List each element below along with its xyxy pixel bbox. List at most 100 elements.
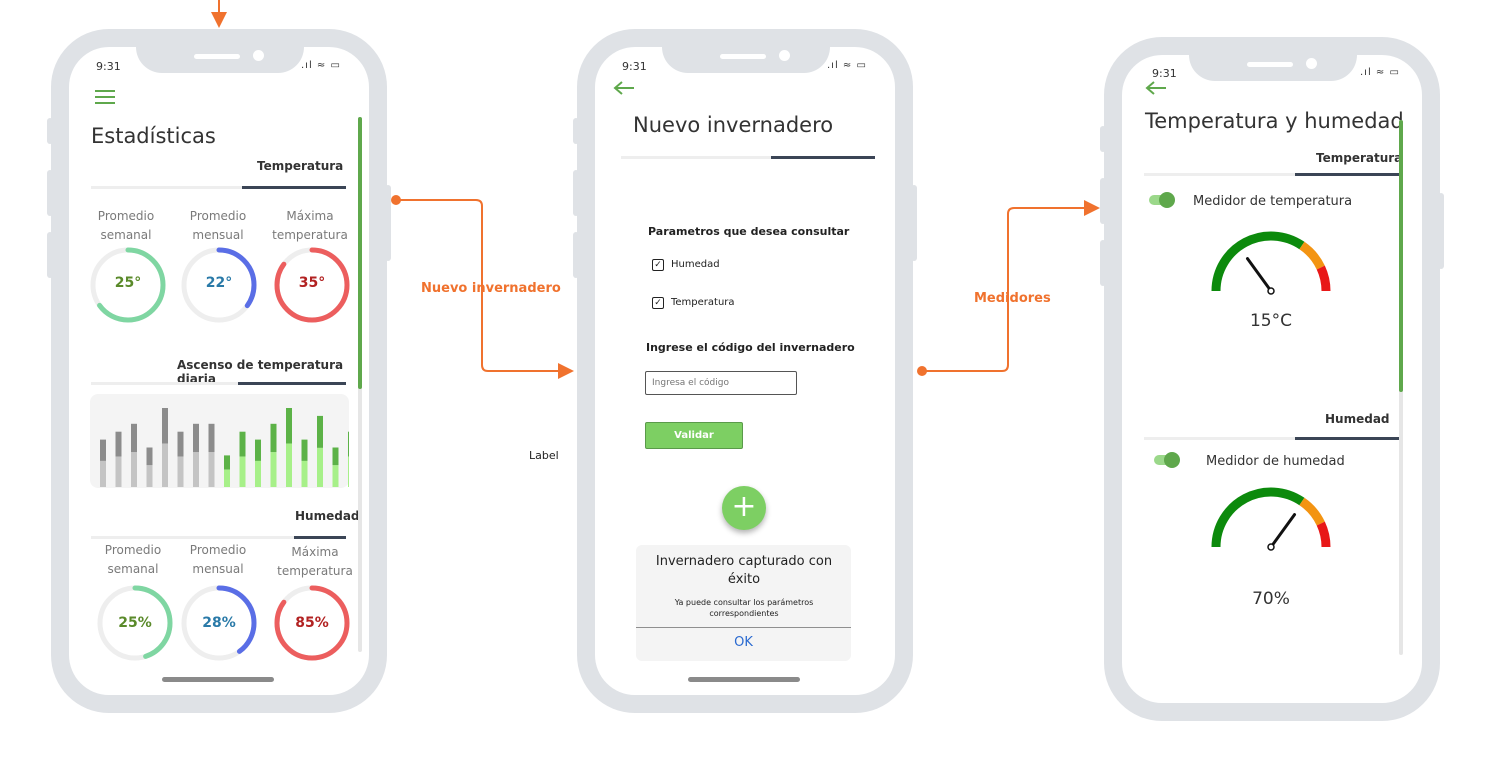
side-button: [1100, 126, 1106, 152]
chart-bar: [332, 447, 339, 466]
back-arrow-icon[interactable]: [1145, 81, 1167, 95]
code-input[interactable]: [645, 371, 797, 395]
validate-button[interactable]: Validar: [645, 422, 743, 449]
chart-bar: [193, 452, 199, 487]
chart-bar: [348, 431, 349, 457]
chart-bar: [239, 456, 246, 487]
toggle-humedad-label: Medidor de humedad: [1206, 454, 1345, 469]
camera: [1306, 58, 1317, 69]
chart-bar: [255, 439, 261, 461]
screen-nuevo-invernadero: 9:31 .ıl ≈ ▭ Nuevo invernadero Parametro…: [595, 47, 895, 695]
speaker: [1247, 62, 1293, 67]
side-button: [1100, 240, 1106, 286]
chart-bar: [162, 408, 168, 444]
dialog-divider: [636, 627, 851, 628]
stat-label-semanal: Promedio semanal: [104, 543, 162, 576]
tab-temperatura[interactable]: Temperatura: [1316, 151, 1402, 165]
toggle-humedad[interactable]: [1154, 452, 1180, 468]
checkbox-humedad-label: Humedad: [671, 259, 720, 270]
tab-humedad[interactable]: Humedad: [295, 509, 360, 523]
chart-bar: [115, 456, 122, 487]
chart-bar: [115, 431, 122, 457]
status-icons: .ıl ≈ ▭: [301, 60, 341, 71]
back-arrow-icon[interactable]: [613, 81, 635, 95]
chart-bar: [208, 423, 215, 453]
speaker: [194, 54, 240, 59]
misc-label: Label: [529, 449, 559, 462]
chart-bar: [224, 455, 230, 470]
checkbox-temperatura-label: Temperatura: [671, 297, 735, 308]
ring-value-maxima: 85%: [295, 615, 329, 631]
notch: [662, 47, 830, 73]
code-label: Ingrese el código del invernadero: [646, 341, 855, 354]
scrollbar[interactable]: [358, 117, 362, 652]
scrollbar[interactable]: [1399, 120, 1403, 655]
chart-bar: [162, 443, 168, 487]
page-title: Temperatura y humedad: [1145, 109, 1404, 133]
chart-bar: [208, 452, 215, 487]
side-button: [573, 232, 579, 278]
side-button: [1100, 178, 1106, 224]
temperature-gauge: [1211, 231, 1331, 295]
chart-bar: [270, 452, 277, 487]
tab-underline: [621, 156, 875, 159]
chart-bar: [270, 423, 277, 453]
toggle-temperatura[interactable]: [1149, 192, 1175, 208]
ring-value-maxima: 35°: [298, 275, 326, 291]
chart-bar: [255, 460, 261, 487]
side-button: [47, 170, 53, 216]
tab-underline: [91, 536, 346, 539]
chart-bar: [100, 439, 106, 461]
add-fab-button[interactable]: +: [722, 486, 766, 530]
camera: [253, 50, 264, 61]
gauge-segment: [1299, 241, 1325, 270]
tab-underline: [91, 186, 346, 189]
ring-value-mensual: 28%: [202, 615, 236, 631]
stat-label-mensual: Promedio mensual: [189, 543, 247, 576]
gauge-needle: [1269, 513, 1297, 549]
home-indicator[interactable]: [688, 677, 800, 682]
menu-icon[interactable]: [95, 89, 115, 105]
toggle-temperatura-label: Medidor de temperatura: [1193, 194, 1353, 209]
status-icons: .ıl ≈ ▭: [1360, 67, 1400, 78]
gauge-hub: [1267, 287, 1275, 295]
tab-underline: [1144, 437, 1399, 440]
stat-label-maxima: Máxima temperatura: [277, 545, 353, 578]
checkbox-temperatura[interactable]: ✓: [652, 297, 664, 309]
dialog-ok-button[interactable]: OK: [636, 635, 851, 650]
ring-value-semanal: 25%: [118, 615, 152, 631]
tab-temperatura[interactable]: Temperatura: [257, 159, 343, 173]
ring-value-mensual: 22°: [205, 275, 233, 291]
gauge-hub: [1267, 543, 1275, 551]
dialog-title: Invernadero capturado con éxito: [655, 554, 833, 587]
side-button: [1438, 193, 1444, 269]
page-title: Estadísticas: [91, 124, 216, 148]
home-indicator[interactable]: [162, 677, 274, 682]
plus-icon: +: [731, 489, 757, 524]
side-button: [385, 185, 391, 261]
screen-estadisticas: 9:31 .ıl ≈ ▭ Estadísticas Temperatura Pr…: [69, 47, 369, 695]
flow-label-medidores: Medidores: [974, 291, 1051, 306]
notch: [1189, 55, 1357, 81]
humidity-gauge: [1211, 487, 1331, 551]
chart-bar: [177, 431, 184, 457]
chart-bar: [348, 456, 349, 487]
checkbox-humedad[interactable]: ✓: [652, 259, 664, 271]
side-button: [47, 118, 53, 144]
gauge-segment: [1211, 231, 1305, 292]
chart-bar: [177, 456, 184, 487]
temperature-value: 15°C: [1249, 311, 1292, 331]
chart-bar: [146, 447, 153, 466]
gauge-needle: [1245, 257, 1273, 293]
page-title: Nuevo invernadero: [633, 113, 834, 137]
chart-bar: [317, 447, 323, 487]
status-time: 9:31: [1152, 67, 1177, 80]
stat-label-mensual: Promedio mensual: [189, 209, 247, 242]
tab-humedad[interactable]: Humedad: [1325, 412, 1390, 426]
humidity-value: 70%: [1252, 589, 1290, 609]
chart-bar: [100, 460, 106, 487]
gauge-segment: [1299, 497, 1325, 526]
chart-bar: [286, 443, 292, 487]
chart-bar: [301, 460, 308, 487]
ring-value-semanal: 25°: [114, 275, 142, 291]
